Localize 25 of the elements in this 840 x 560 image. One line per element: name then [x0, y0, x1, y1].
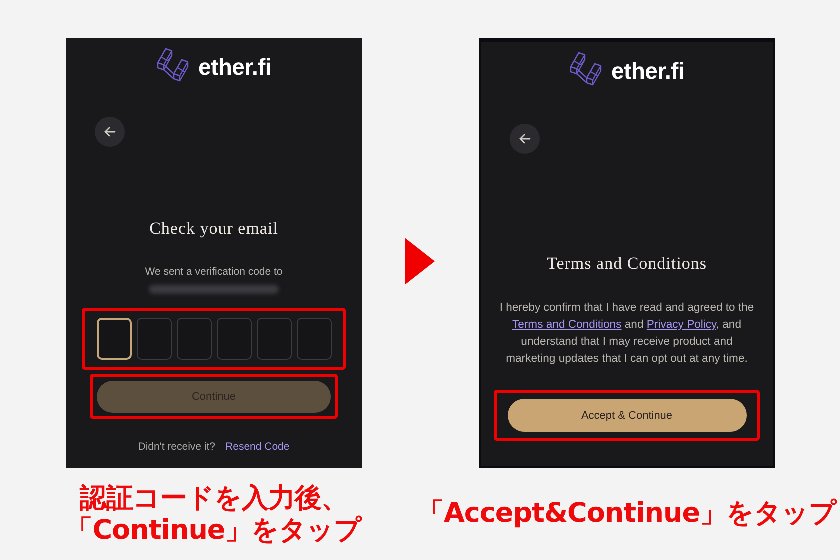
instruction-caption: 「Continue」をタップ [66, 515, 362, 547]
heading: Terms and Conditions [547, 254, 707, 274]
instruction-caption: 「Accept&Continue」をタップ [418, 498, 837, 530]
terms-link[interactable]: Privacy Policy [646, 319, 716, 331]
back-arrow-icon [519, 133, 531, 145]
terms-paragraph: I hereby confirm that I have read and agreed to the Terms and Conditions and Privacy Policy, and understand that I may receive product and marketing updates that I can opt out at any time. [498, 301, 756, 367]
code-digit-field[interactable] [176, 318, 212, 360]
logo-text: ether.fi [611, 58, 684, 84]
code-digit-field[interactable] [256, 318, 292, 360]
next-arrow-icon [405, 238, 435, 285]
resend-prompt: Didn't receive it? [138, 441, 216, 453]
back-arrow-icon [104, 126, 116, 138]
accept-button[interactable]: Accept & Continue [508, 399, 746, 432]
code-digit-field[interactable] [136, 318, 172, 360]
terms-link[interactable]: Terms and Conditions [512, 319, 622, 331]
instruction-text: We sent a verification code to [145, 266, 283, 278]
code-digit-field[interactable] [216, 318, 252, 360]
heading: Check your email [150, 219, 278, 239]
code-digit-field[interactable] [96, 318, 132, 360]
resend-link[interactable]: Resend Code [226, 441, 290, 453]
back-button[interactable] [510, 124, 540, 154]
code-digit-field[interactable] [296, 318, 332, 360]
back-button[interactable] [95, 117, 125, 147]
instruction-caption: 認証コードを入力後、 [80, 483, 348, 515]
logo-text: ether.fi [198, 54, 272, 80]
